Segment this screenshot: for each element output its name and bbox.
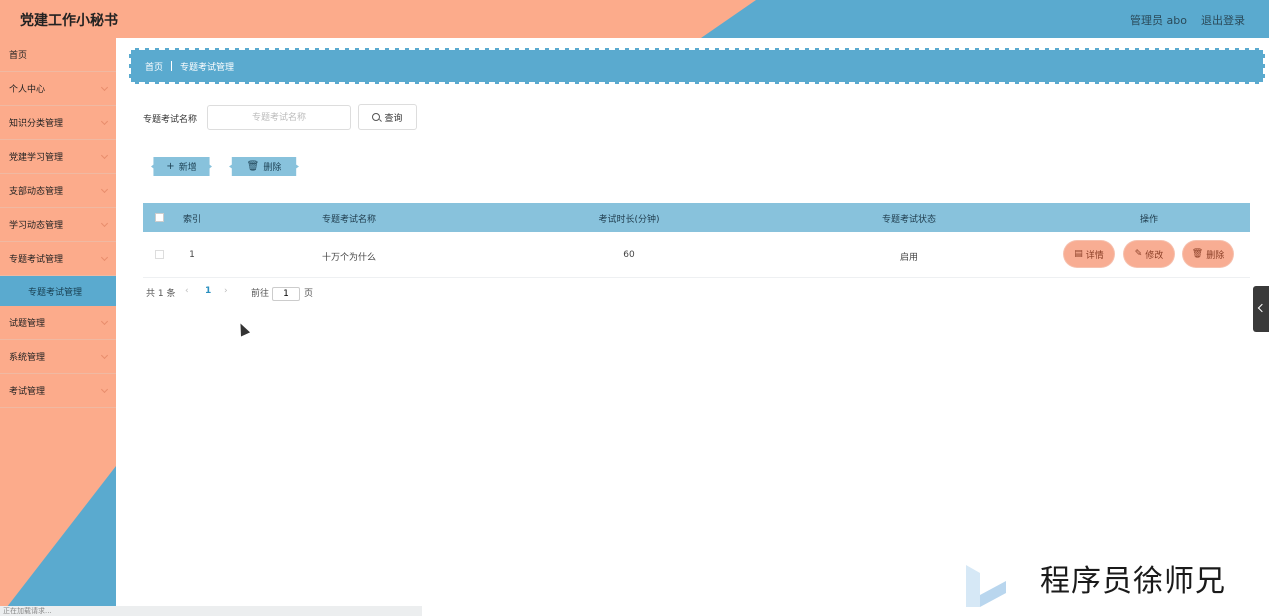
chevron-down-icon	[100, 151, 109, 160]
sidebar-item-exam[interactable]: 考试管理	[0, 374, 116, 408]
row-index: 1	[189, 250, 195, 260]
sidebar-item-label: 考试管理	[9, 387, 46, 397]
sidebar-item-label: 首页	[9, 51, 28, 61]
sidebar-item-study-news[interactable]: 学习动态管理	[0, 208, 116, 242]
app-title: 党建工作小秘书	[20, 13, 118, 29]
chevron-left-icon[interactable]: ‹	[185, 286, 189, 296]
chevron-down-icon	[100, 253, 109, 262]
sidebar-item-label: 系统管理	[9, 353, 46, 363]
sidebar-item-label: 支部动态管理	[9, 187, 64, 197]
column-header: 操作	[1139, 215, 1159, 225]
chevron-down-icon	[100, 185, 109, 194]
document-icon: ▤	[1074, 249, 1083, 259]
add-button-label: 新增	[178, 163, 197, 173]
side-panel-toggle[interactable]	[1253, 286, 1269, 332]
sidebar-item-label: 专题考试管理	[9, 255, 64, 265]
chevron-down-icon	[100, 317, 109, 326]
pagination-current-page[interactable]: 1	[205, 286, 211, 296]
breadcrumb-home[interactable]: 首页	[145, 60, 163, 73]
add-button[interactable]: + 新增	[151, 157, 212, 176]
sidebar-item-home[interactable]: 首页	[0, 38, 116, 72]
chevron-left-icon	[1257, 303, 1267, 313]
detail-button[interactable]: ▤ 详情	[1064, 241, 1114, 267]
column-header: 专题考试状态	[881, 215, 937, 225]
delete-button[interactable]: 🗑︎ 删除	[1183, 241, 1233, 267]
sidebar-item-questions[interactable]: 试题管理	[0, 306, 116, 340]
column-header: 考试时长(分钟)	[598, 215, 660, 225]
pagination-goto-label: 前往	[251, 289, 270, 299]
row-checkbox[interactable]	[155, 250, 164, 259]
pagination-page-suffix: 页	[304, 289, 314, 299]
sidebar-item-system[interactable]: 系统管理	[0, 340, 116, 374]
row-duration: 60	[623, 250, 635, 260]
column-header: 专题考试名称	[321, 215, 377, 225]
mouse-cursor	[235, 321, 251, 337]
breadcrumb-separator	[171, 61, 173, 71]
breadcrumb-current: 专题考试管理	[180, 62, 235, 73]
search-label: 专题考试名称	[143, 115, 198, 125]
current-user: 管理员 abo	[1130, 14, 1187, 27]
batch-delete-label: 删除	[263, 163, 282, 173]
chevron-down-icon	[100, 219, 109, 228]
top-header: 党建工作小秘书 管理员 abo 退出登录	[0, 0, 1269, 38]
sidebar-decoration	[0, 466, 116, 616]
logout-link[interactable]: 退出登录	[1201, 12, 1245, 28]
sidebar-item-label: 个人中心	[9, 85, 46, 95]
trash-icon: 🗑︎	[1191, 249, 1204, 259]
sidebar-item-label: 知识分类管理	[9, 119, 64, 129]
edit-button-label: 修改	[1145, 250, 1164, 261]
sidebar-item-label: 试题管理	[9, 319, 46, 329]
sidebar-item-party-study[interactable]: 党建学习管理	[0, 140, 116, 174]
sidebar-item-label: 党建学习管理	[9, 153, 64, 163]
row-status: 启用	[899, 253, 919, 263]
breadcrumb: 首页 专题考试管理	[129, 48, 1265, 84]
sidebar-item-knowledge-category[interactable]: 知识分类管理	[0, 106, 116, 140]
sidebar-item-branch-news[interactable]: 支部动态管理	[0, 174, 116, 208]
sidebar: 首页 个人中心 知识分类管理 党建学习管理 支部动态管理 学习动态管理 专题考试…	[0, 38, 116, 616]
select-all-checkbox[interactable]	[155, 213, 164, 222]
chevron-down-icon	[100, 385, 109, 394]
watermark-logo	[966, 565, 1006, 607]
trash-icon: 🗑︎	[246, 161, 260, 172]
edit-button[interactable]: ✎ 修改	[1124, 241, 1174, 267]
detail-button-label: 详情	[1085, 250, 1104, 261]
chevron-down-icon	[100, 83, 109, 92]
column-header: 索引	[182, 215, 202, 225]
pagination-goto-input[interactable]	[272, 287, 300, 301]
sidebar-item-profile[interactable]: 个人中心	[0, 72, 116, 106]
search-button[interactable]: 查询	[358, 104, 417, 130]
batch-delete-button[interactable]: 🗑︎ 删除	[229, 157, 299, 176]
sidebar-subitem-topic-exam-manage[interactable]: 专题考试管理	[0, 276, 116, 306]
browser-status-bar: 正在加载请求...	[0, 606, 422, 616]
chevron-down-icon	[100, 117, 109, 126]
sidebar-item-topic-exam[interactable]: 专题考试管理	[0, 242, 116, 276]
status-text: 正在加载请求...	[3, 607, 52, 615]
table-header: 索引 专题考试名称 考试时长(分钟) 专题考试状态 操作	[143, 203, 1250, 232]
pagination-total: 共 1 条	[146, 289, 176, 299]
delete-button-label: 删除	[1206, 250, 1225, 261]
chevron-right-icon[interactable]: ›	[224, 286, 228, 296]
sidebar-item-label: 学习动态管理	[9, 221, 64, 231]
chevron-down-icon	[100, 351, 109, 360]
plus-icon: +	[166, 161, 175, 172]
row-name: 十万个为什么	[321, 253, 377, 263]
search-input[interactable]	[207, 105, 351, 130]
watermark-text: 程序员徐师兄	[1040, 564, 1226, 599]
edit-icon: ✎	[1134, 249, 1143, 259]
search-button-label: 查询	[384, 113, 403, 124]
search-icon	[372, 113, 381, 121]
